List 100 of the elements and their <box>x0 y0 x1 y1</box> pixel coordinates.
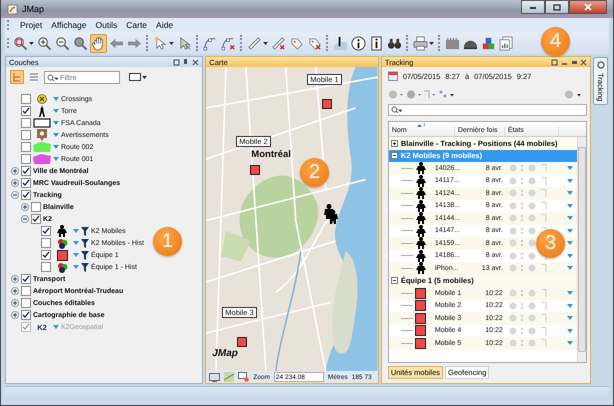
status-icons <box>508 326 547 335</box>
layer-checkbox[interactable] <box>41 262 51 272</box>
menu-item[interactable]: Aide <box>156 20 174 30</box>
collapse-icon[interactable] <box>390 152 398 160</box>
dropdown-icon[interactable] <box>567 178 573 183</box>
layer-checkbox[interactable] <box>21 286 31 296</box>
zoom-box-icon <box>13 36 28 50</box>
vehicle-marker[interactable] <box>322 99 332 109</box>
layer-checkbox[interactable] <box>21 118 31 128</box>
curve-icon <box>203 36 218 50</box>
expand-icon[interactable] <box>11 299 19 307</box>
layer-checkbox[interactable] <box>21 106 31 116</box>
layer-checkbox[interactable] <box>21 310 31 320</box>
expand-icon[interactable] <box>11 311 19 319</box>
dropdown-icon[interactable] <box>73 265 79 269</box>
calendar-icon[interactable] <box>388 71 398 81</box>
dropdown-icon[interactable] <box>567 266 573 270</box>
scrollbar[interactable] <box>577 137 586 362</box>
dropdown-icon[interactable] <box>53 157 59 161</box>
dropdown-icon[interactable] <box>567 204 573 208</box>
vehicle-marker[interactable] <box>250 165 260 175</box>
pan-tool-button[interactable] <box>90 34 107 52</box>
dropdown-icon[interactable] <box>73 229 79 233</box>
people-marker-icon[interactable] <box>324 204 338 224</box>
dropdown-icon[interactable] <box>567 328 573 333</box>
dropdown-icon[interactable] <box>53 97 59 101</box>
layer-checkbox[interactable] <box>21 178 31 188</box>
layer-checkbox[interactable] <box>21 274 31 284</box>
report-tool-button[interactable] <box>498 34 515 52</box>
dropdown-icon[interactable] <box>567 291 573 296</box>
menu-item[interactable]: Carte <box>126 20 148 30</box>
dropdown-icon[interactable] <box>567 191 573 196</box>
dropdown-icon[interactable] <box>53 121 59 125</box>
dropdown-icon[interactable] <box>567 166 573 170</box>
panel-controls-icon[interactable] <box>173 58 200 66</box>
dropdown-icon[interactable] <box>53 109 59 113</box>
dropdown-icon[interactable] <box>73 253 79 257</box>
dropdown-icon[interactable] <box>567 241 573 246</box>
dropdown-icon[interactable] <box>567 216 573 220</box>
close-button[interactable] <box>569 0 607 14</box>
status-icons <box>508 202 547 210</box>
layer-checkbox[interactable] <box>21 154 31 164</box>
dropdown-icon[interactable] <box>567 316 573 320</box>
dropdown-icon[interactable] <box>53 325 59 329</box>
vehicle-marker[interactable] <box>237 337 248 347</box>
tower-symbol-icon <box>38 105 46 117</box>
expand-icon[interactable] <box>11 287 19 295</box>
dropdown-icon[interactable] <box>53 145 59 149</box>
dropdown-icon[interactable] <box>567 341 573 346</box>
curve-delete-icon <box>221 36 236 50</box>
dropdown-icon[interactable] <box>73 241 79 245</box>
expand-icon[interactable] <box>21 203 29 211</box>
person-symbol-icon <box>416 250 426 262</box>
cluster-symbol-icon <box>56 238 68 248</box>
layer-checkbox[interactable] <box>41 250 51 260</box>
info-tool-button[interactable] <box>350 34 367 52</box>
layer-checkbox[interactable] <box>21 142 31 152</box>
menu-item[interactable]: Affichage <box>51 20 87 30</box>
collapse-icon[interactable] <box>390 277 398 284</box>
layer-checkbox[interactable] <box>41 238 51 248</box>
dropdown-icon[interactable] <box>567 228 573 233</box>
layer-checkbox[interactable] <box>21 94 31 104</box>
expand-icon[interactable] <box>390 140 398 147</box>
check-icon <box>42 251 50 259</box>
search-icon <box>390 106 402 114</box>
square-symbol-icon <box>415 288 426 299</box>
print-tool-button[interactable] <box>412 34 435 52</box>
layer-checkbox[interactable] <box>21 190 31 200</box>
person-symbol-icon <box>416 224 426 237</box>
search-field[interactable] <box>388 104 587 116</box>
minimize-button[interactable] <box>521 0 545 14</box>
settings-icon[interactable] <box>564 90 584 99</box>
collapse-icon[interactable] <box>11 191 19 199</box>
layer-checkbox[interactable] <box>31 202 41 212</box>
dropdown-icon[interactable] <box>567 304 573 308</box>
dropdown-icon[interactable] <box>53 133 59 137</box>
layer-checkbox[interactable] <box>21 298 31 308</box>
expand-icon[interactable] <box>11 275 19 283</box>
menu-item[interactable]: Projet <box>20 20 42 30</box>
status-icons <box>508 302 547 310</box>
menu-item[interactable]: Outils <box>96 20 118 30</box>
person-symbol-icon <box>416 162 426 174</box>
expand-icon[interactable] <box>11 179 19 187</box>
collapse-icon[interactable] <box>21 215 29 223</box>
square-symbol-icon <box>415 312 426 324</box>
person-symbol-icon <box>416 200 426 212</box>
layer-checkbox[interactable] <box>41 226 51 236</box>
display-options-icon[interactable] <box>129 73 147 81</box>
dropdown-icon[interactable] <box>567 254 573 258</box>
layer-checkbox[interactable] <box>31 214 41 224</box>
tree-view-button[interactable] <box>10 70 24 84</box>
layer-checkbox[interactable] <box>21 130 31 140</box>
layout-icon <box>445 36 460 50</box>
panel-controls-icon[interactable] <box>551 58 587 66</box>
expand-icon[interactable] <box>11 167 19 175</box>
comment-icon[interactable] <box>238 372 250 382</box>
layer-checkbox[interactable] <box>21 166 31 176</box>
overview-icon[interactable] <box>209 372 220 382</box>
maximize-button[interactable] <box>545 0 569 14</box>
map-layer-icon[interactable] <box>224 372 234 382</box>
